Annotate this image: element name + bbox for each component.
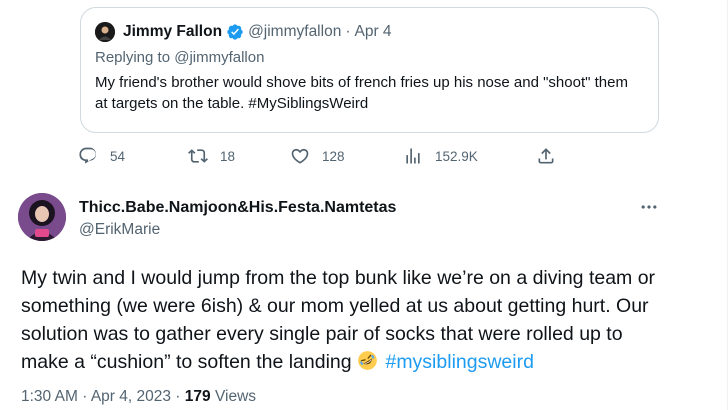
views-button[interactable]: 152.9K [403, 146, 478, 166]
tweet-action-bar: 54 18 128 152.9K [78, 146, 578, 170]
parent-tweet-card[interactable]: Jimmy Fallon @jimmyfallon · Apr 4 Replyi… [80, 7, 659, 133]
retweet-button[interactable]: 18 [188, 146, 235, 166]
parent-avatar[interactable] [95, 22, 115, 42]
more-icon [641, 205, 657, 209]
verified-badge-icon [226, 23, 244, 41]
meta-separator-2: · [175, 388, 181, 405]
author-handle[interactable]: @ErikMarie [79, 221, 160, 239]
like-count: 128 [322, 148, 345, 164]
tweet-views-label: Views [214, 388, 257, 405]
parent-date[interactable]: Apr 4 [354, 23, 391, 41]
replying-to-label[interactable]: Replying to @jimmyfallon [95, 48, 644, 68]
meta-separator: · [82, 388, 88, 405]
share-button[interactable] [536, 146, 568, 166]
parent-author-name[interactable]: Jimmy Fallon [123, 23, 222, 41]
parent-tweet-text: My friend's brother would shove bits of … [95, 74, 628, 112]
tweet-text: My twin and I would jump from the top bu… [21, 264, 661, 376]
views-count: 152.9K [435, 148, 478, 164]
hashtag-link[interactable]: #mysiblingsweird [385, 351, 533, 373]
tweet-meta: 1:30 AM · Apr 4, 2023 · 179 Views [21, 388, 256, 406]
tweet-thread: Jimmy Fallon @jimmyfallon · Apr 4 Replyi… [0, 0, 728, 410]
more-options-button[interactable] [636, 197, 662, 217]
tweet-date[interactable]: Apr 4, 2023 [91, 388, 171, 405]
retweet-icon [188, 149, 208, 163]
tweet-time[interactable]: 1:30 AM [21, 388, 78, 405]
reply-button[interactable]: 54 [78, 146, 125, 166]
header-separator: · [345, 23, 351, 40]
tweet-views-count: 179 [184, 388, 211, 405]
parent-tweet-header: Jimmy Fallon @jimmyfallon · Apr 4 [95, 20, 644, 44]
author-avatar[interactable] [18, 193, 66, 241]
like-icon [291, 148, 309, 164]
parent-handle[interactable]: @jimmyfallon [248, 23, 341, 41]
author-name[interactable]: Thicc.Babe.Namjoon&His.Festa.Namtetas [79, 199, 396, 217]
retweet-count: 18 [220, 148, 236, 164]
rofl-emoji [357, 350, 378, 371]
tweet-body: My twin and I would jump from the top bu… [21, 267, 656, 373]
reply-count: 54 [110, 148, 126, 164]
like-button[interactable]: 128 [290, 146, 345, 166]
share-icon [538, 148, 554, 164]
reply-icon [79, 147, 97, 164]
views-icon [406, 148, 420, 164]
